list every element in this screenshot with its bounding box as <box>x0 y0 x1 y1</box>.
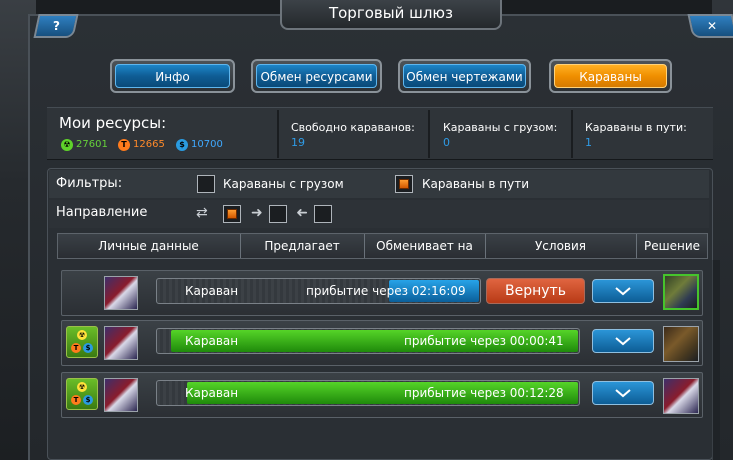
filter-with-cargo-label: Караваны с грузом <box>223 177 344 191</box>
chevron-down-icon <box>615 337 631 346</box>
arrow-right-icon: ➜ <box>251 205 263 221</box>
resource-green-value: 27601 <box>76 139 108 150</box>
both-directions-icon: ⇄ <box>196 205 208 221</box>
cargo-caravans-value: 0 <box>443 136 450 149</box>
caravan-name: Караван <box>185 386 239 400</box>
tab-caravans[interactable]: Караваны <box>549 59 672 93</box>
close-icon: ✕ <box>707 19 718 33</box>
direction-label: Направление <box>56 205 148 220</box>
transit-caravans-label: Караваны в пути: <box>585 121 687 134</box>
tab-blueprint-exchange-label: Обмен чертежами <box>403 64 526 88</box>
column-decision: Решение <box>643 239 700 253</box>
resource-orange-value: 12665 <box>133 139 165 150</box>
my-resources-label: Мои ресурсы: <box>59 114 167 132</box>
close-button[interactable]: ✕ <box>687 14 733 38</box>
column-conditions: Условия <box>534 239 586 253</box>
caravan-arrival-status: прибытие через 00:12:28 <box>404 386 564 400</box>
credits-icon: $ <box>176 139 188 151</box>
caravan-arrival-status: прибытие через 00:00:41 <box>404 334 564 348</box>
caravan-details-dropdown[interactable] <box>592 381 654 405</box>
column-exchanges-for: Обменивает на <box>376 239 473 253</box>
column-offers: Предлагает <box>264 239 340 253</box>
filters-label: Фильтры: <box>56 176 123 191</box>
tab-resource-exchange-label: Обмен ресурсами <box>256 64 377 88</box>
chevron-down-icon <box>615 287 631 296</box>
filters-row <box>49 170 709 198</box>
direction-row <box>49 200 709 228</box>
caravan-ship-portrait <box>104 276 138 310</box>
caravan-ship-portrait <box>104 326 138 360</box>
caravan-name: Караван <box>185 284 239 298</box>
transit-caravans-value: 1 <box>585 136 592 149</box>
cargo-caravans-label: Караваны с грузом: <box>443 121 558 134</box>
caravan-details-dropdown[interactable] <box>592 279 654 303</box>
caravan-ship-portrait <box>104 378 138 412</box>
titanium-icon: T <box>118 139 130 151</box>
stats-divider <box>428 110 430 158</box>
caravan-arrival-status: прибытие через 02:16:09 <box>306 284 466 298</box>
stats-divider <box>277 110 279 158</box>
tab-info[interactable]: Инфо <box>110 59 235 93</box>
filter-with-cargo-checkbox[interactable] <box>197 175 215 193</box>
column-personal-data: Личные данные <box>98 239 199 253</box>
tab-resource-exchange[interactable]: Обмен ресурсами <box>251 59 382 93</box>
tab-caravans-label: Караваны <box>554 64 667 88</box>
help-button[interactable]: ? <box>33 14 79 38</box>
direction-incoming-checkbox[interactable] <box>314 205 332 223</box>
filter-in-transit-label: Караваны в пути <box>422 177 530 191</box>
stats-divider <box>571 110 573 158</box>
resource-badge-icon: ☢ T $ <box>66 326 98 358</box>
chevron-down-icon <box>615 389 631 398</box>
window-title: Торговый шлюз <box>328 4 454 22</box>
arrow-left-icon: ➜ <box>296 205 308 221</box>
direction-outgoing-checkbox[interactable] <box>269 205 287 223</box>
return-caravan-button[interactable]: Вернуть <box>486 278 585 304</box>
player-avatar[interactable] <box>663 378 699 414</box>
player-avatar[interactable] <box>663 326 699 362</box>
caravan-name: Караван <box>185 334 239 348</box>
direction-both-checkbox[interactable] <box>223 205 241 223</box>
tab-info-label: Инфо <box>115 64 230 88</box>
resource-badge-icon: ☢ T $ <box>66 378 98 410</box>
player-avatar[interactable] <box>663 274 699 310</box>
radiation-icon: ☢ <box>61 139 73 151</box>
caravan-details-dropdown[interactable] <box>592 329 654 353</box>
tab-blueprint-exchange[interactable]: Обмен чертежами <box>398 59 531 93</box>
list-scrollbar[interactable] <box>712 260 720 460</box>
filter-in-transit-checkbox[interactable] <box>395 175 413 193</box>
free-caravans-value: 19 <box>291 136 305 149</box>
free-caravans-label: Свободно караванов: <box>291 121 415 134</box>
resource-blue-value: 10700 <box>191 139 223 150</box>
help-icon: ? <box>52 19 60 33</box>
